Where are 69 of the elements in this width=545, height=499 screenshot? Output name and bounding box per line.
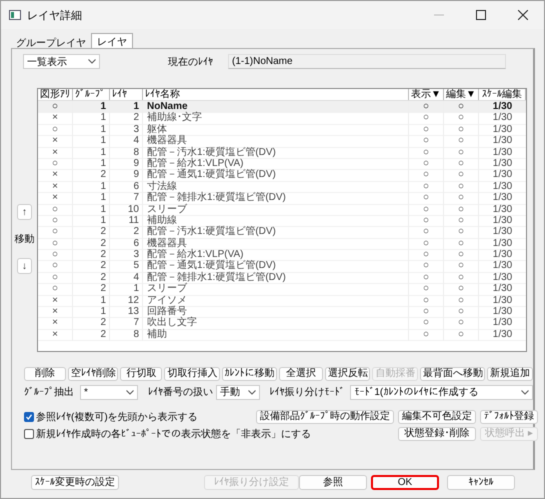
view-dropdown[interactable]: 一覧表示: [23, 54, 100, 69]
table-row[interactable]: ○ 2 3 配管－給水1:VLP(VA) ○ ○ 1/30: [38, 249, 526, 260]
button[interactable]: 編集不可色設定: [398, 410, 476, 424]
table-cell: ×: [38, 328, 73, 342]
check-icon: [25, 413, 33, 421]
caret-icon: [88, 59, 96, 64]
table-cell: 1/30: [479, 328, 526, 342]
column-header[interactable]: 図形ｱﾘ: [38, 89, 73, 100]
button[interactable]: 削除: [24, 367, 66, 381]
checkbox[interactable]: [24, 412, 34, 422]
checkbox-label: 参照ﾚｲﾔ(複数可)を先頭から表示する: [36, 410, 198, 424]
table-row[interactable]: × 2 9 配管－通気1:硬質塩ビ管(DV) ○ ○ 1/30: [38, 169, 526, 181]
move-down-button[interactable]: ↓: [17, 258, 32, 274]
table-row[interactable]: × 1 7 配管－雑排水1:硬質塩ビ管(DV) ○ ○ 1/30: [38, 192, 526, 204]
app-icon: [9, 10, 21, 20]
move-up-button[interactable]: ↑: [17, 204, 32, 220]
column-header[interactable]: 表示▼: [409, 89, 444, 100]
field-label: ﾚｲﾔ番号の扱い: [148, 386, 214, 399]
caret-icon: [126, 390, 134, 394]
button[interactable]: 行切取: [120, 367, 162, 381]
button[interactable]: 空ﾚｲﾔ削除: [68, 367, 118, 381]
table-row[interactable]: × 2 7 吹出し文字 ○ ○ 1/30: [38, 317, 526, 329]
table-row[interactable]: × 1 2 補助線･文字 ○ ○ 1/30: [38, 112, 526, 124]
column-header[interactable]: ﾚｲﾔ名称: [143, 89, 409, 100]
tab[interactable]: レイヤ: [91, 33, 133, 48]
table-cell: 補助: [143, 328, 409, 342]
field-label: 現在のﾚｲﾔ: [168, 56, 213, 68]
caret-icon: [521, 390, 529, 394]
button[interactable]: 状態登録･削除: [398, 427, 476, 441]
group-filter-dropdown[interactable]: *: [80, 384, 138, 400]
button[interactable]: 切取行挿入: [164, 367, 220, 381]
button[interactable]: ﾃﾞﾌｫﾙﾄ登録: [480, 410, 538, 424]
maximize-icon[interactable]: [476, 10, 486, 20]
mode-dropdown[interactable]: ﾓｰﾄﾞ1(ｶﾚﾝﾄのﾚｲﾔに作成する: [350, 384, 533, 400]
column-header[interactable]: ｸﾞﾙｰﾌﾟ: [73, 89, 110, 100]
table-row[interactable]: ○ 2 1 スリーブ ○ ○ 1/30: [38, 283, 526, 295]
table-cell: 8: [110, 328, 143, 342]
button[interactable]: 全選択: [278, 367, 323, 381]
table-row[interactable]: ○ 2 2 配管－汚水1:硬質塩ビ管(DV) ○ ○ 1/30: [38, 226, 526, 238]
checkbox[interactable]: [24, 429, 34, 439]
caret-icon: [248, 390, 256, 394]
column-header[interactable]: ｽｹｰﾙ編集: [479, 89, 526, 100]
table-row[interactable]: × 1 13 回路番号 ○ ○ 1/30: [38, 306, 526, 318]
field-label: ﾚｲﾔ振り分けﾓｰﾄﾞ: [269, 386, 344, 399]
table-cell: ○: [409, 328, 444, 342]
button[interactable]: OK: [371, 475, 439, 490]
button[interactable]: ｶﾚﾝﾄに移動: [222, 367, 277, 381]
checkbox-label: 新規ﾚｲﾔ作成時の各ﾋﾞｭｰﾎﾟｰﾄでの表示状態を「非表示」にする: [36, 428, 311, 441]
button[interactable]: 最背面へ移動: [420, 367, 485, 381]
column-header[interactable]: 編集▼: [444, 89, 479, 100]
column-header[interactable]: ﾚｲﾔ: [110, 89, 143, 100]
tab[interactable]: グループレイヤ: [11, 35, 91, 48]
button[interactable]: 設備部品ｸﾞﾙｰﾌﾟ時の動作設定: [256, 410, 394, 424]
button[interactable]: 参照: [299, 475, 367, 490]
table-row[interactable]: ○ 1 1 NoName ○ ○ 1/30: [38, 101, 526, 112]
button[interactable]: ｷｬﾝｾﾙ: [447, 475, 515, 490]
button[interactable]: 選択反転: [324, 367, 370, 381]
close-icon[interactable]: [518, 10, 528, 20]
field-label: ｸﾞﾙｰﾌﾟ抽出: [24, 386, 74, 399]
table-cell: 2: [73, 328, 110, 342]
button[interactable]: ｽｹｰﾙ変更時の設定: [31, 475, 119, 490]
button[interactable]: 新規追加: [487, 367, 533, 381]
move-label: 移動: [14, 233, 34, 246]
window-title: レイヤ詳細: [27, 8, 82, 22]
table-row[interactable]: ○ 2 5 配管－通気1:硬質塩ビ管(DV) ○ ○ 1/30: [38, 260, 526, 272]
table-row[interactable]: × 1 4 機器器具 ○ ○ 1/30: [38, 135, 526, 147]
table-cell: ○: [444, 328, 479, 342]
current-layer-field: (1-1)NoName: [228, 54, 506, 69]
numbering-dropdown[interactable]: 手動: [216, 384, 260, 400]
